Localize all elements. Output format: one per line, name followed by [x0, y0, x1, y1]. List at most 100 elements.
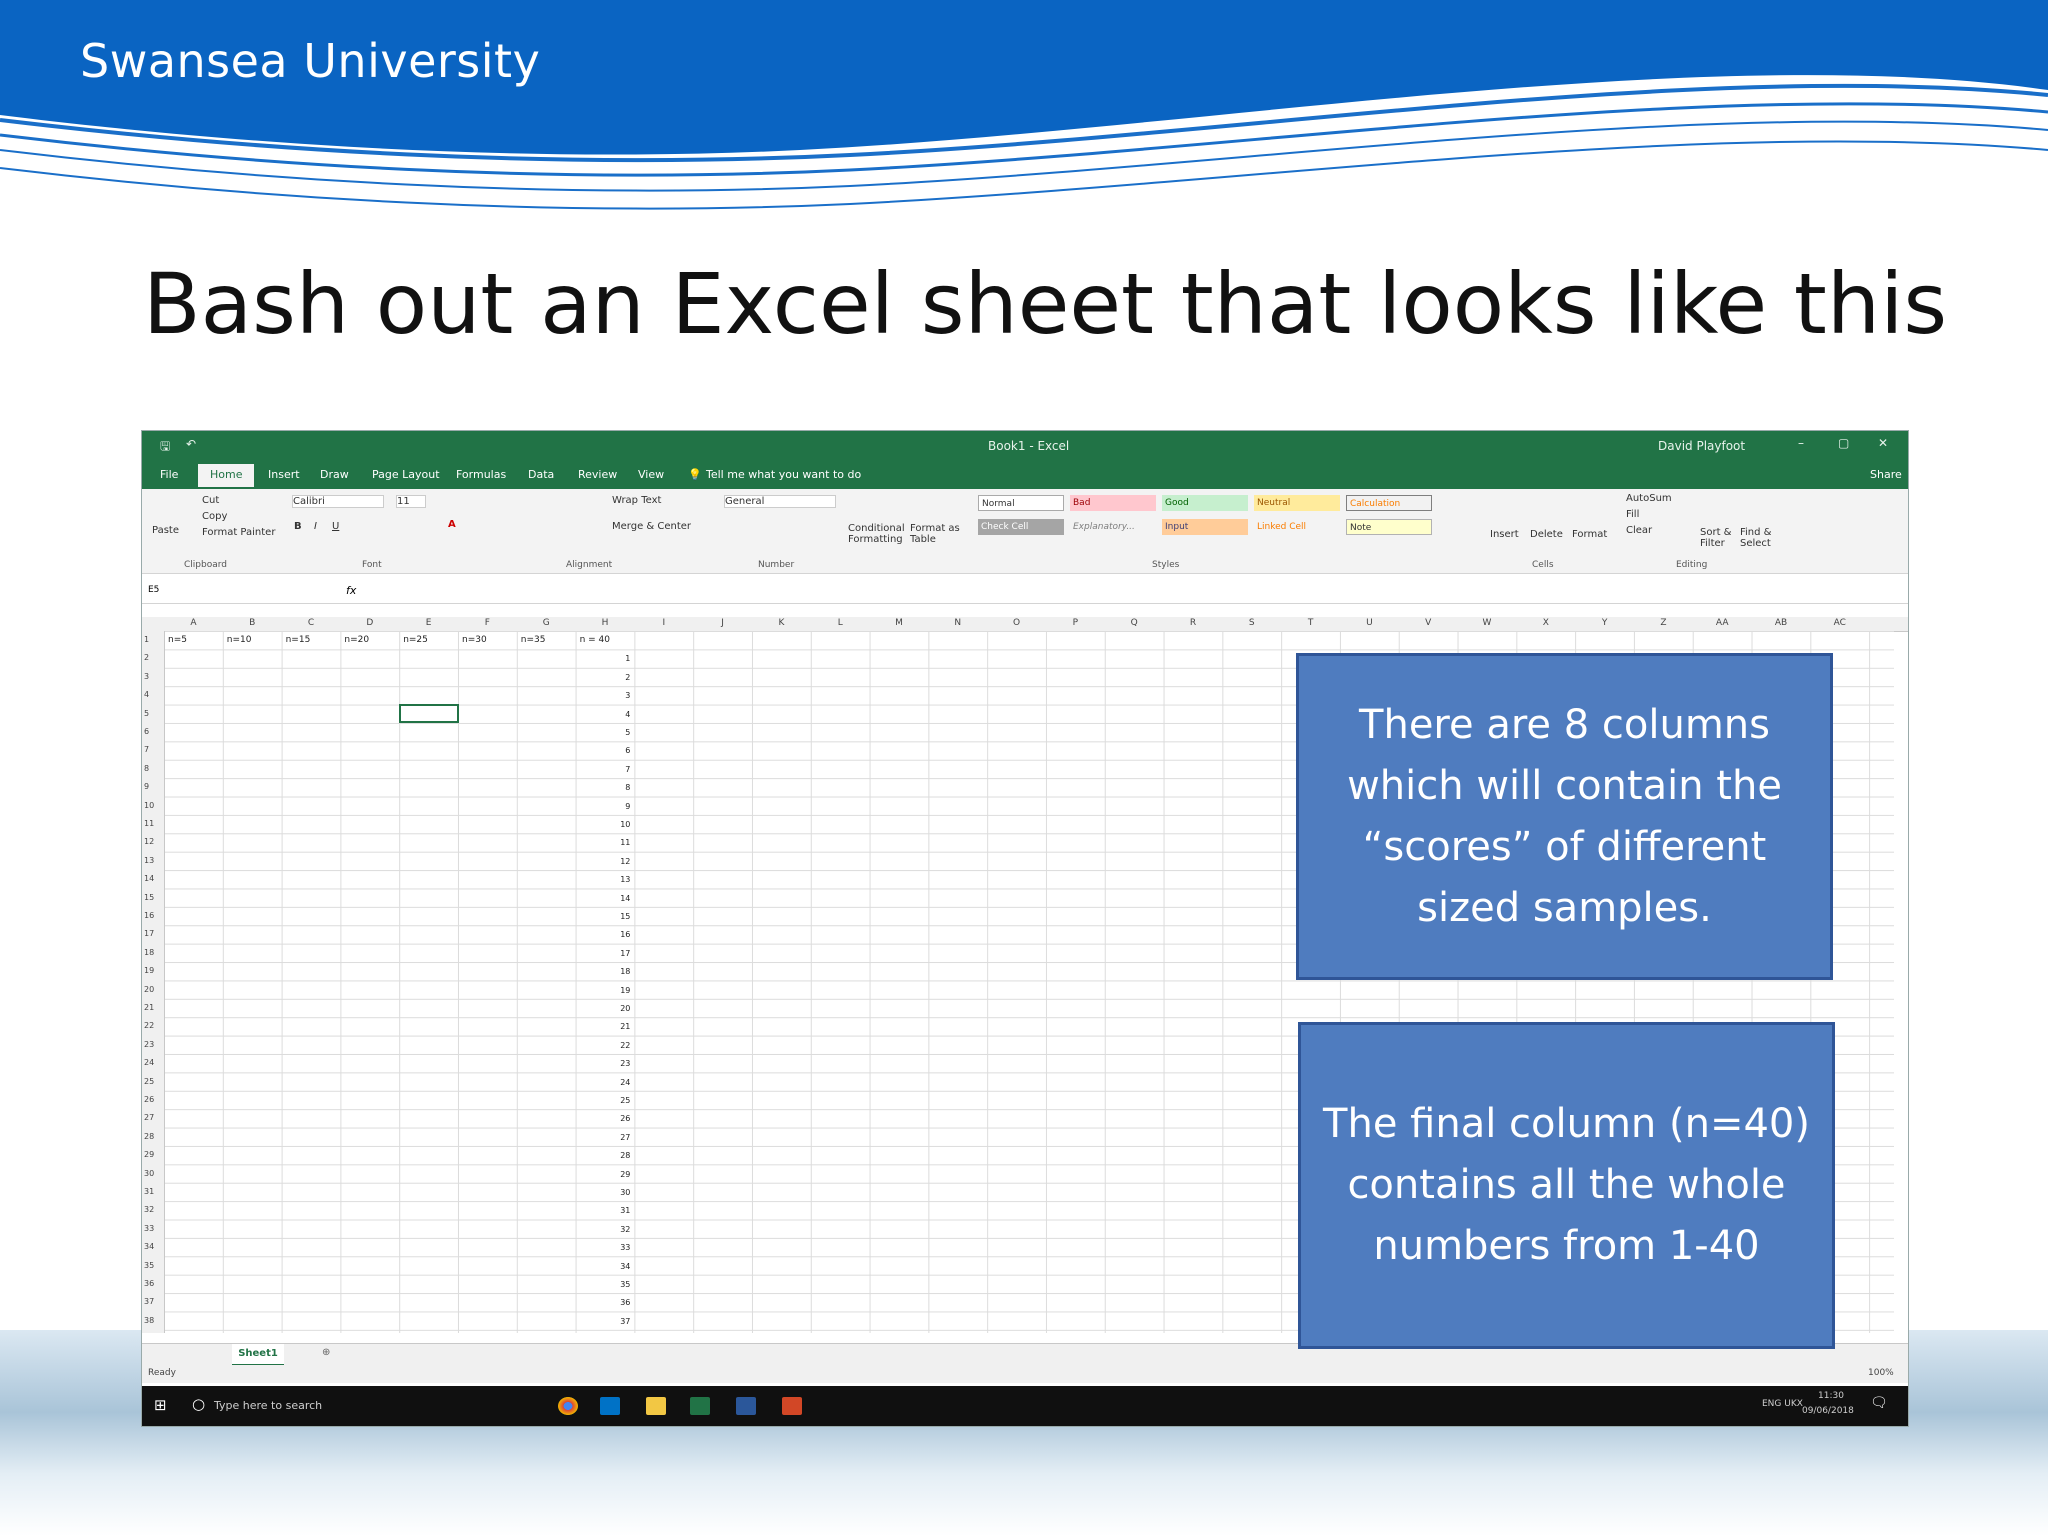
column-header[interactable]: U — [1340, 618, 1399, 628]
column-header[interactable]: W — [1458, 618, 1517, 628]
fill-button[interactable]: Fill — [1626, 509, 1639, 520]
style-explanatory[interactable]: Explanatory... — [1070, 519, 1156, 535]
row-header[interactable]: 15 — [144, 893, 154, 902]
undo-icon[interactable]: ↶ — [186, 437, 196, 451]
row-header[interactable]: 6 — [144, 727, 149, 736]
row-header[interactable]: 24 — [144, 1058, 154, 1067]
cut-button[interactable]: Cut — [202, 495, 219, 506]
header-cell[interactable]: n=10 — [227, 635, 252, 645]
column-header[interactable]: M — [870, 618, 929, 628]
number-format-select[interactable]: General — [724, 495, 836, 508]
header-cell[interactable]: n=30 — [462, 635, 487, 645]
cortana-icon[interactable]: ○ — [192, 1395, 205, 1413]
excel-icon[interactable] — [690, 1397, 710, 1415]
zoom-level[interactable]: 100% — [1868, 1368, 1894, 1378]
row-header[interactable]: 10 — [144, 801, 154, 810]
restore-icon[interactable]: ▢ — [1838, 436, 1849, 450]
h-column-cell[interactable]: 22 — [610, 1041, 630, 1050]
format-cells-button[interactable]: Format — [1572, 529, 1607, 540]
h-column-cell[interactable]: 4 — [610, 710, 630, 719]
language-indicator[interactable]: ENG UKX — [1762, 1399, 1803, 1409]
outlook-icon[interactable] — [600, 1397, 620, 1415]
style-linked-cell[interactable]: Linked Cell — [1254, 519, 1340, 535]
tab-data[interactable]: Data — [528, 468, 554, 481]
tab-page-layout[interactable]: Page Layout — [372, 468, 440, 481]
clock-date[interactable]: 09/06/2018 — [1802, 1406, 1854, 1416]
row-header[interactable]: 3 — [144, 672, 149, 681]
font-name-select[interactable]: Calibri — [292, 495, 384, 508]
row-header[interactable]: 12 — [144, 837, 154, 846]
font-size-select[interactable]: 11 — [396, 495, 426, 508]
column-header[interactable]: AC — [1810, 618, 1869, 628]
row-header[interactable]: 32 — [144, 1205, 154, 1214]
h-column-cell[interactable]: 27 — [610, 1133, 630, 1142]
style-good[interactable]: Good — [1162, 495, 1248, 511]
tell-me-box[interactable]: Tell me what you want to do — [706, 468, 861, 481]
column-header[interactable]: AA — [1693, 618, 1752, 628]
row-header[interactable]: 25 — [144, 1077, 154, 1086]
row-header[interactable]: 2 — [144, 653, 149, 662]
tab-formulas[interactable]: Formulas — [456, 468, 506, 481]
row-header[interactable]: 31 — [144, 1187, 154, 1196]
header-cell[interactable]: n=35 — [521, 635, 546, 645]
name-box[interactable]: E5 — [148, 585, 228, 595]
h-column-cell[interactable]: 19 — [610, 986, 630, 995]
column-header[interactable]: A — [164, 618, 223, 628]
h-column-cell[interactable]: 9 — [610, 802, 630, 811]
h-column-cell[interactable]: 15 — [610, 912, 630, 921]
h-column-cell[interactable]: 18 — [610, 967, 630, 976]
row-header[interactable]: 26 — [144, 1095, 154, 1104]
header-cell[interactable]: n=20 — [344, 635, 369, 645]
add-sheet-icon[interactable]: ⊕ — [322, 1347, 330, 1358]
row-header[interactable]: 9 — [144, 782, 149, 791]
style-input[interactable]: Input — [1162, 519, 1248, 535]
formula-input[interactable] — [368, 583, 1898, 599]
format-as-table-button[interactable]: Format as Table — [910, 523, 960, 545]
row-header[interactable]: 22 — [144, 1021, 154, 1030]
merge-center-button[interactable]: Merge & Center — [612, 521, 691, 532]
taskbar-search[interactable]: Type here to search — [214, 1399, 322, 1412]
row-header[interactable]: 27 — [144, 1113, 154, 1122]
row-header[interactable]: 17 — [144, 929, 154, 938]
column-header[interactable]: V — [1399, 618, 1458, 628]
h-column-cell[interactable]: 12 — [610, 857, 630, 866]
notifications-icon[interactable]: 🗨 — [1870, 1395, 1888, 1411]
column-header[interactable]: I — [634, 618, 693, 628]
column-header[interactable]: T — [1281, 618, 1340, 628]
h-column-cell[interactable]: 14 — [610, 894, 630, 903]
column-header[interactable]: Z — [1634, 618, 1693, 628]
column-header[interactable]: C — [282, 618, 341, 628]
h-column-cell[interactable]: 23 — [610, 1059, 630, 1068]
h-column-cell[interactable]: 29 — [610, 1170, 630, 1179]
h-column-cell[interactable]: 2 — [610, 673, 630, 682]
row-header[interactable]: 20 — [144, 985, 154, 994]
format-painter-button[interactable]: Format Painter — [202, 527, 275, 538]
row-header[interactable]: 38 — [144, 1316, 154, 1325]
row-header[interactable]: 14 — [144, 874, 154, 883]
row-header[interactable]: 8 — [144, 764, 149, 773]
tab-home[interactable]: Home — [198, 464, 255, 487]
column-header[interactable]: J — [693, 618, 752, 628]
column-header[interactable]: X — [1516, 618, 1575, 628]
h-column-cell[interactable]: 35 — [610, 1280, 630, 1289]
style-note[interactable]: Note — [1346, 519, 1432, 535]
tab-draw[interactable]: Draw — [320, 468, 349, 481]
clock-time[interactable]: 11:30 — [1818, 1391, 1844, 1401]
windows-start-icon[interactable]: ⊞ — [154, 1396, 167, 1414]
column-header[interactable]: B — [223, 618, 282, 628]
header-cell[interactable]: n=5 — [168, 635, 187, 645]
style-bad[interactable]: Bad — [1070, 495, 1156, 511]
h-column-cell[interactable]: 3 — [610, 691, 630, 700]
row-header[interactable]: 5 — [144, 709, 149, 718]
column-header[interactable]: S — [1222, 618, 1281, 628]
column-header[interactable]: H — [576, 618, 635, 628]
column-header[interactable]: G — [517, 618, 576, 628]
h-column-cell[interactable]: 26 — [610, 1114, 630, 1123]
tab-file[interactable]: File — [160, 468, 178, 481]
header-cell[interactable]: n = 40 — [580, 635, 610, 645]
header-cell[interactable]: n=25 — [403, 635, 428, 645]
row-header[interactable]: 16 — [144, 911, 154, 920]
h-column-cell[interactable]: 25 — [610, 1096, 630, 1105]
row-header[interactable]: 30 — [144, 1169, 154, 1178]
powerpoint-icon[interactable] — [782, 1397, 802, 1415]
